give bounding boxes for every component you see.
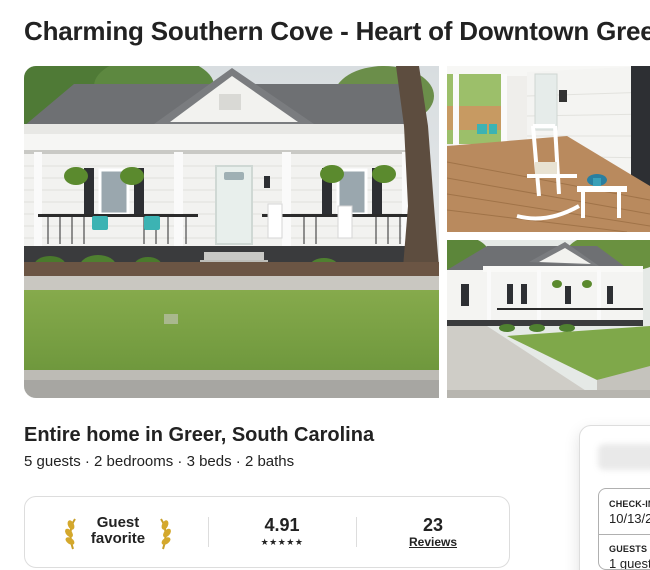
review-count: 23 <box>422 515 444 535</box>
checkin-field[interactable]: 10/13/2 <box>609 511 650 526</box>
guest-favorite-line2: favorite <box>90 530 146 547</box>
guest-favorite-card: Guest favorite 4.91 ★★★★★ 23 Reviews <box>24 496 510 568</box>
checkin-label: CHECK-IN <box>609 499 650 509</box>
photo-main-house[interactable] <box>24 66 439 398</box>
divider <box>356 517 357 547</box>
photo-exterior[interactable] <box>447 240 650 398</box>
guests-field[interactable]: 1 guest <box>609 556 650 569</box>
price-placeholder <box>598 444 650 470</box>
listing-title: Charming Southern Cove - Heart of Downto… <box>24 16 650 46</box>
rating-value: 4.91 <box>264 515 300 535</box>
guest-favorite-label: Guest favorite <box>81 515 155 547</box>
rating-stars-icon: ★★★★★ <box>260 537 304 547</box>
divider <box>599 534 650 535</box>
laurel-right-icon <box>160 518 171 550</box>
house-front-image <box>24 66 439 398</box>
booking-inputs[interactable]: CHECK-IN 10/13/2 GUESTS 1 guest <box>598 488 650 570</box>
photo-gallery[interactable] <box>24 66 650 398</box>
exterior-image <box>447 240 650 398</box>
divider <box>208 517 209 547</box>
guest-favorite-line1: Guest <box>96 514 140 531</box>
listing-subtitle: Entire home in Greer, South Carolina <box>24 424 375 446</box>
listing-details: 5 guests · 2 bedrooms · 3 beds · 2 baths <box>24 453 295 470</box>
guests-label: GUESTS <box>609 544 648 554</box>
laurel-left-icon <box>65 518 76 550</box>
photo-porch[interactable] <box>447 66 650 232</box>
guest-favorite-badge: Guest favorite <box>63 513 173 553</box>
porch-image <box>447 66 650 232</box>
reviews-link[interactable]: Reviews <box>373 535 493 549</box>
